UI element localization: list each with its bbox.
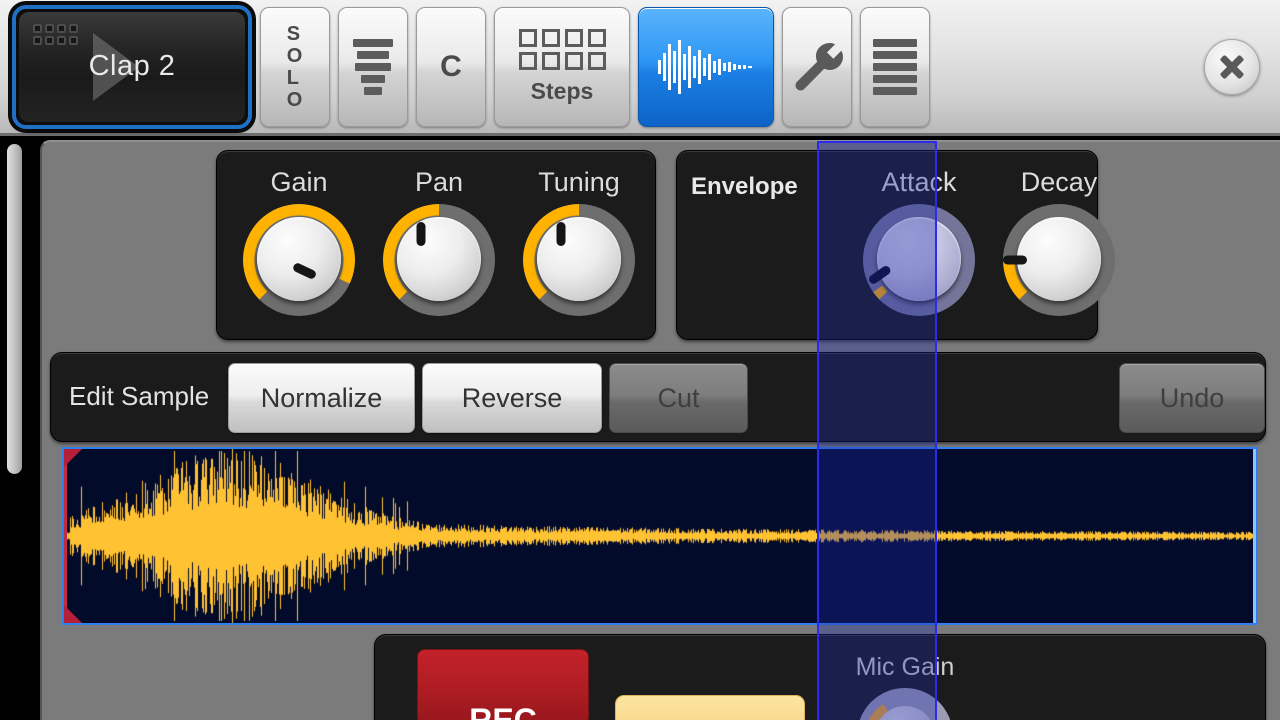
choke-group-button[interactable]: C <box>416 6 486 127</box>
filter-levels-icon <box>353 38 393 95</box>
recorder-rack: REC Mic Gain <box>374 634 1266 720</box>
close-x-icon[interactable] <box>1204 38 1260 95</box>
tab-waveform[interactable] <box>638 6 774 127</box>
knob-tuning-dial[interactable] <box>523 204 635 316</box>
knob-attack-label: Attack <box>881 167 957 197</box>
vertical-scrollbar-thumb[interactable] <box>7 144 22 474</box>
knob-pan-dial[interactable] <box>383 204 495 316</box>
waveform-display[interactable] <box>62 447 1258 625</box>
wrench-icon <box>795 42 843 90</box>
preview-button[interactable] <box>615 695 805 720</box>
record-button[interactable]: REC <box>417 649 589 720</box>
cut-button: Cut <box>609 363 748 433</box>
knob-pointer <box>416 222 426 246</box>
knob-pan-label: Pan <box>414 167 464 197</box>
step-grid-icon <box>518 28 606 70</box>
knob-pointer <box>556 222 566 246</box>
knob-tuning-label: Tuning <box>538 167 620 197</box>
top-toolbar: Clap 2 SOLO C Steps <box>0 0 1280 136</box>
knob-pointer <box>1003 255 1027 265</box>
knob-cap <box>1017 217 1101 301</box>
editor-body-panel: Gain Pan Tuning Envelope Attack Decay Ed… <box>40 140 1280 720</box>
close-button-wrap <box>1204 38 1260 95</box>
knob-decay-dial[interactable] <box>1003 204 1115 316</box>
knob-pan[interactable]: Pan <box>369 167 509 316</box>
undo-button: Undo <box>1119 363 1265 433</box>
knob-attack-dial[interactable] <box>863 204 975 316</box>
sample-name-label: Clap 2 <box>88 50 176 82</box>
knob-attack[interactable]: Attack <box>849 167 989 316</box>
sample-start-marker[interactable] <box>64 449 67 623</box>
solo-button[interactable]: SOLO <box>260 6 330 127</box>
record-label: REC <box>469 702 537 720</box>
mic-gain-control[interactable]: Mic Gain <box>815 653 995 720</box>
edit-sample-rack: Edit Sample Normalize Reverse Cut Undo <box>50 352 1266 442</box>
reverse-button[interactable]: Reverse <box>422 363 602 433</box>
steps-button[interactable]: Steps <box>494 6 630 127</box>
waveform-icon <box>658 39 752 94</box>
menu-lines-icon <box>873 38 917 95</box>
knob-cap <box>877 217 961 301</box>
knob-cap <box>537 217 621 301</box>
envelope-title: Envelope <box>691 173 798 200</box>
choke-group-label: C <box>440 49 462 83</box>
mic-gain-label: Mic Gain <box>855 653 955 681</box>
normalize-button[interactable]: Normalize <box>228 363 415 433</box>
knob-cap <box>257 217 341 301</box>
sample-pad-button[interactable]: Clap 2 <box>12 4 252 129</box>
edit-sample-label: Edit Sample <box>69 381 210 411</box>
knob-gain[interactable]: Gain <box>229 167 369 316</box>
pad-grid-icon <box>33 23 78 45</box>
filter-button[interactable] <box>338 6 408 127</box>
steps-label: Steps <box>530 77 594 104</box>
start-handle-bottom-icon[interactable] <box>64 605 82 623</box>
start-handle-top-icon[interactable] <box>64 449 82 467</box>
sample-pad-inner: Clap 2 <box>19 11 245 122</box>
knob-tuning[interactable]: Tuning <box>509 167 649 316</box>
solo-label: SOLO <box>286 22 304 111</box>
knob-decay[interactable]: Decay <box>989 167 1129 316</box>
tab-settings[interactable] <box>782 6 852 127</box>
sampler-editor-screen: Clap 2 SOLO C Steps Gain Pan Tuning Enve… <box>0 0 1280 720</box>
envelope-rack: Envelope Attack Decay <box>676 150 1115 340</box>
knob-decay-label: Decay <box>1020 167 1098 197</box>
tab-menu[interactable] <box>860 6 930 127</box>
knob-cap <box>397 217 481 301</box>
waveform-canvas[interactable] <box>64 449 1256 623</box>
sound-knob-rack: Gain Pan Tuning <box>216 150 656 340</box>
sample-end-marker[interactable] <box>1253 449 1256 623</box>
knob-gain-label: Gain <box>270 167 328 197</box>
knob-gain-dial[interactable] <box>243 204 355 316</box>
mic-gain-knob[interactable] <box>857 688 953 720</box>
